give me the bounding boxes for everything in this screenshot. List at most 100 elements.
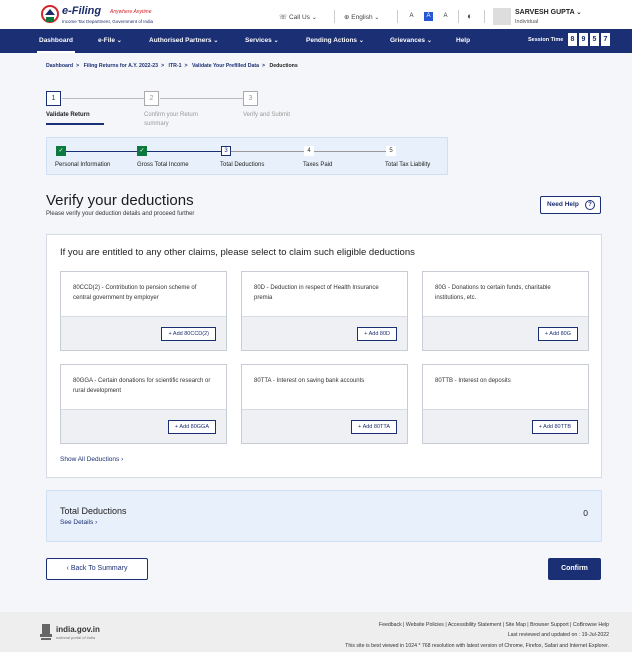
nav-grievances[interactable]: Grievances ⌄ [390,37,432,44]
brand-name: e-Filing [62,5,102,17]
add-80tta-button[interactable]: + Add 80TTA [351,420,397,434]
add-80d-button[interactable]: + Add 80D [357,327,397,341]
brand-tagline: Anywhere Anytime [110,9,152,15]
chevron-right-icon: › [121,456,124,463]
nav-authorised-partners[interactable]: Authorised Partners ⌄ [149,37,218,44]
breadcrumb-itr1[interactable]: ITR-1 [169,63,182,69]
add-80ccd2-button[interactable]: + Add 80CCD(2) [161,327,216,341]
card-text: 80GGA - Certain donations for scientific… [73,378,211,394]
card-text: 80TTB - Interest on deposits [435,378,511,384]
chevron-down-icon: ⌄ [576,10,582,16]
session-timer-digit: 5 [590,33,599,46]
globe-icon: ⊕ [344,14,350,21]
sub-stepper: ✓ ✓ 3 4 5 Personal Information Gross Tot… [46,137,448,175]
sub-step-label: Taxes Paid [303,162,333,168]
nav-efile[interactable]: e-File ⌄ [98,37,122,44]
card-text: 80CCD(2) - Contribution to pension schem… [73,285,197,301]
need-help-label: Need Help [547,201,579,208]
sub-step-4: 4 [304,146,314,156]
breadcrumb-filing-returns[interactable]: Filing Returns for A.Y. 2022-23 [84,63,158,69]
user-menu[interactable]: SARVESH GUPTA ⌄ [515,9,581,16]
step-3-label: Verify and Submit [243,112,291,118]
session-timer-digit: 9 [579,33,588,46]
deduction-card-80gga: 80GGA - Certain donations for scientific… [60,364,227,444]
card-text: 80D - Deduction in respect of Health Ins… [254,285,379,301]
card-text: 80TTA - Interest on saving bank accounts [254,378,365,384]
sub-step-label: Total Tax Liability [385,162,431,168]
emblem-icon [40,624,52,640]
sub-step-5: 5 [386,146,396,156]
emblem-icon [41,5,59,23]
step-3-box: 3 [243,91,258,106]
step-1-indicator [46,123,104,125]
deduction-card-80g: 80G - Donations to certain funds, charit… [422,271,589,351]
nav-services[interactable]: Services ⌄ [245,37,279,44]
sub-step-label: Personal Information [55,162,111,168]
call-us-label: Call Us [288,14,310,21]
chevron-down-icon: ⌄ [116,38,122,44]
show-all-deductions-link[interactable]: Show All Deductions › [60,456,123,463]
sub-step-label: Gross Total Income [137,162,189,168]
nav-dashboard[interactable]: Dashboard [37,37,75,53]
step-2-label: Confirm your Return summary [144,112,199,127]
chevron-left-icon: ‹ [66,565,69,572]
total-title: Total Deductions [60,506,127,516]
panel-title: If you are entitled to any other claims,… [60,247,415,258]
font-decrease-button[interactable]: A [407,12,416,21]
sub-step-3: 3 [221,146,231,156]
india-gov-logo[interactable]: india.gov.in national portal of india [39,622,119,644]
user-name: SARVESH GUPTA [515,9,575,16]
phone-icon: ☏ [279,14,288,21]
footer-links[interactable]: Feedback | Website Policies | Accessibil… [379,622,609,628]
deduction-card-80d: 80D - Deduction in respect of Health Ins… [241,271,408,351]
question-icon: ? [585,200,595,210]
avatar[interactable] [493,8,511,25]
page-subtitle: Please verify your deduction details and… [46,211,195,217]
nav-help[interactable]: Help [456,37,470,44]
nav-pending-actions[interactable]: Pending Actions ⌄ [306,37,364,44]
check-icon: ✓ [137,146,147,156]
call-us-menu[interactable]: ☏ Call Us ⌄ [279,13,317,21]
session-timer-digit: 7 [601,33,610,46]
india-gov-title: india.gov.in [56,625,100,634]
chevron-down-icon: ⌄ [213,38,219,44]
footer-note: This site is best viewed in 1024 * 768 r… [345,643,609,649]
font-normal-button[interactable]: A [424,12,433,21]
chevron-down-icon: ⌄ [311,15,317,21]
step-1-box: 1 [46,91,61,106]
total-value: 0 [583,508,588,518]
need-help-button[interactable]: Need Help ? [540,196,601,214]
user-role: Individual [515,19,539,25]
breadcrumb-dashboard[interactable]: Dashboard [46,63,73,69]
show-all-label: Show All Deductions [60,456,120,463]
footer-updated: Last reviewed and updated on : 19-Jul-20… [507,632,609,638]
step-2-box: 2 [144,91,159,106]
efiling-logo[interactable]: e-Filing Anywhere Anytime Income Tax Dep… [40,4,200,26]
session-label: Session Time [528,37,564,43]
add-80gga-button[interactable]: + Add 80GGA [167,420,216,434]
chevron-down-icon: ⌄ [426,38,432,44]
add-80ttb-button[interactable]: + Add 80TTB [531,420,578,434]
check-icon: ✓ [56,146,66,156]
chevron-right-icon: › [95,519,98,526]
confirm-button[interactable]: Confirm [548,558,601,580]
back-to-summary-button[interactable]: ‹ Back To Summary [46,558,148,580]
brand-sub: Income Tax Department, Government of Ind… [62,19,153,24]
chevron-down-icon: ⌄ [358,38,364,44]
add-80g-button[interactable]: + Add 80G [537,327,578,341]
india-gov-sub: national portal of india [56,635,96,640]
deduction-card-80tta: 80TTA - Interest on saving bank accounts… [241,364,408,444]
total-deductions-panel: Total Deductions See Details › 0 [46,490,602,542]
session-timer-digit: 8 [568,33,577,46]
font-increase-button[interactable]: A [441,12,450,21]
step-1-label: Validate Return [46,112,90,118]
see-details-label: See Details [60,519,94,526]
deduction-card-80ttb: 80TTB - Interest on deposits + Add 80TTB [422,364,589,444]
chevron-down-icon: ⌄ [374,15,380,21]
contrast-icon[interactable]: ◐ [467,11,472,21]
see-details-link[interactable]: See Details › [60,519,97,526]
breadcrumb-validate[interactable]: Validate Your Prefilled Data [192,63,259,69]
language-select[interactable]: ⊕ English ⌄ [344,13,379,21]
footer: india.gov.in national portal of india Fe… [0,612,632,652]
language-label: English [351,14,373,21]
